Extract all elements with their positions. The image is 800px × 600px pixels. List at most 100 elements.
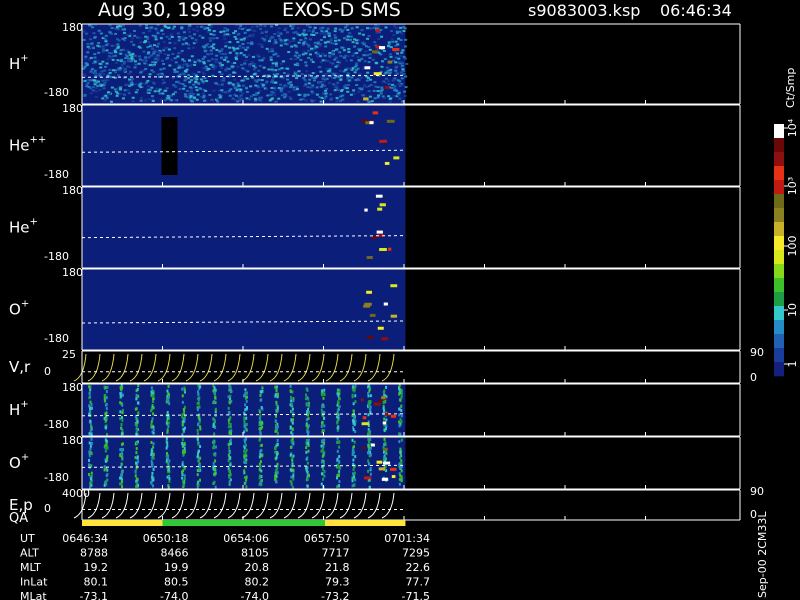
panel-ep-curve bbox=[171, 492, 185, 519]
colorbar-swatch bbox=[774, 334, 784, 349]
panel-he_plus-tick-bottom: -180 bbox=[44, 250, 69, 263]
colorbar-swatch bbox=[774, 138, 784, 153]
orbit-row-mlt-value: 19.2 bbox=[84, 561, 109, 574]
colorbar-swatch bbox=[774, 264, 784, 279]
sms-plot-svg: Aug 30, 1989 EXOS-D SMS s9083003.ksp 06:… bbox=[9, 0, 799, 600]
colorbar-swatch bbox=[774, 166, 784, 181]
colorbar-swatch bbox=[774, 250, 784, 265]
panel-h_plus: 180 -180 H+ bbox=[9, 21, 741, 105]
colorbar-tick-label: 10⁴ bbox=[786, 118, 799, 137]
panel-vr-curve bbox=[143, 353, 157, 382]
panel-ep-curve bbox=[101, 492, 115, 519]
panel-vr-curves bbox=[73, 353, 395, 382]
colorbar-swatch bbox=[774, 124, 784, 139]
panel-vr-curve bbox=[129, 353, 143, 382]
panel-ep-curve bbox=[143, 492, 157, 519]
qa-segment-caution bbox=[82, 520, 163, 526]
colorbar-swatch bbox=[774, 222, 784, 237]
qa-segment-good bbox=[162, 520, 325, 526]
orbit-row-mlt-value: 21.8 bbox=[325, 561, 350, 574]
footer-note: Sep-00 2CM33L bbox=[756, 511, 769, 598]
panel-ep-curves bbox=[73, 492, 395, 519]
panel-ep-curve bbox=[297, 492, 311, 519]
panel-h_plus-label-sup: + bbox=[20, 53, 28, 64]
panel-o_plus_2-label-sup: + bbox=[21, 452, 29, 463]
panel-ep-curve bbox=[353, 492, 367, 519]
panel-he_pp: 180 -180 He++ bbox=[9, 102, 741, 187]
panel-vr-curve bbox=[227, 353, 241, 382]
panel-vr-curve bbox=[381, 353, 395, 382]
panel-h_plus_2-label-sup: + bbox=[20, 399, 28, 410]
panel-o_plus-field bbox=[82, 269, 406, 350]
panel-he_plus-field bbox=[82, 187, 406, 268]
colorbar-swatch bbox=[774, 292, 784, 307]
panel-h_plus_2-field bbox=[82, 384, 406, 436]
panel-ep-curve bbox=[325, 492, 339, 519]
plot-date: Aug 30, 1989 bbox=[98, 0, 226, 21]
panel-o_plus_2-label: O+ bbox=[9, 452, 29, 472]
panel-he_plus: 180 -180 He+ bbox=[9, 184, 741, 269]
orbit-row-mlat-value: -73.1 bbox=[80, 590, 108, 600]
panel-o_plus_2-tick-top: 180 bbox=[62, 434, 83, 447]
panel-ep-curve bbox=[115, 492, 129, 519]
panel-he_pp-label-sup: ++ bbox=[30, 135, 47, 146]
panel-he_plus-label-sup: + bbox=[30, 217, 38, 228]
panel-ep-curve bbox=[227, 492, 241, 519]
colorbar: Ct/Smp 1 10 100 10³ 10⁴ bbox=[774, 68, 799, 377]
colorbar-swatch bbox=[774, 208, 784, 223]
orbit-row-inlat-value: 80.1 bbox=[84, 576, 109, 589]
panel-vr-tick-bottom: 0 bbox=[44, 365, 51, 378]
panels-layer: 180 -180 H+ 180 -180 He++ 180 -180 He+ 180 -180 O+ 2… bbox=[9, 21, 764, 526]
orbit-row-mlt-value: 19.9 bbox=[164, 561, 189, 574]
panel-o_plus-label-sup: + bbox=[21, 299, 29, 310]
panel-ep-tick-top: 4000 bbox=[62, 487, 90, 500]
panel-vr-curve bbox=[115, 353, 129, 382]
colorbar-swatch bbox=[774, 194, 784, 209]
orbit-row-inlat-value: 79.3 bbox=[325, 576, 350, 589]
colorbar-swatch bbox=[774, 348, 784, 363]
panel-vr-curve bbox=[353, 353, 367, 382]
orbit-row-alt-value: 7295 bbox=[402, 547, 430, 560]
panel-he_pp-tick-top: 180 bbox=[62, 102, 83, 115]
orbit-row-ut-value: 0650:18 bbox=[143, 532, 189, 545]
orbit-row-inlat-value: 80.2 bbox=[245, 576, 270, 589]
panel-vr-curve bbox=[269, 353, 283, 382]
panel-vr-curve bbox=[311, 353, 325, 382]
panel-ep-curve bbox=[129, 492, 143, 519]
colorbar-swatch bbox=[774, 362, 784, 377]
orbit-row-inlat-value: 77.7 bbox=[406, 576, 431, 589]
panel-he_pp-label: He++ bbox=[9, 135, 46, 155]
colorbar-tick-label: 100 bbox=[786, 236, 799, 257]
qa-label: QA bbox=[9, 511, 28, 526]
panel-vr-curve bbox=[241, 353, 255, 382]
panel-ep-curve bbox=[381, 492, 395, 519]
orbit-row-mlat-value: -71.5 bbox=[402, 590, 430, 600]
panel-ep-right-tick-top: 90 bbox=[750, 485, 764, 498]
panel-vr-curve bbox=[339, 353, 353, 382]
panel-o_plus-label: O+ bbox=[9, 299, 29, 319]
orbit-row-ut-value: 0654:06 bbox=[223, 532, 269, 545]
orbit-row-mlat-value: -74.0 bbox=[160, 590, 188, 600]
panel-ep-tick-bottom: 0 bbox=[44, 502, 51, 515]
panel-h_plus-tick-top: 180 bbox=[62, 21, 83, 34]
colorbar-swatch bbox=[774, 236, 784, 251]
panel-h_plus-label: H+ bbox=[9, 53, 29, 73]
plot-instrument: EXOS-D SMS bbox=[282, 0, 401, 21]
orbit-row-ut-value: 0657:50 bbox=[304, 532, 350, 545]
panel-ep-curve bbox=[283, 492, 297, 519]
panel-vr-label: V,r bbox=[9, 358, 31, 376]
colorbar-swatch bbox=[774, 180, 784, 195]
panel-vr-curve bbox=[171, 353, 185, 382]
orbit-row-inlat-label: InLat bbox=[20, 576, 48, 589]
plot-time: 06:46:34 bbox=[660, 1, 732, 20]
panel-ep-curve bbox=[157, 492, 171, 519]
panel-vr-curve bbox=[87, 353, 101, 382]
orbit-row-alt-value: 7717 bbox=[322, 547, 350, 560]
sms-plot-figure: Aug 30, 1989 EXOS-D SMS s9083003.ksp 06:… bbox=[0, 0, 800, 600]
panel-he_plus-label: He+ bbox=[9, 217, 38, 237]
panel-vr-curve bbox=[325, 353, 339, 382]
panel-ep-curve bbox=[311, 492, 325, 519]
orbit-row-ut-value: 0701:34 bbox=[384, 532, 430, 545]
colorbar-swatch bbox=[774, 320, 784, 335]
panel-h_plus_2-tick-top: 180 bbox=[62, 381, 83, 394]
